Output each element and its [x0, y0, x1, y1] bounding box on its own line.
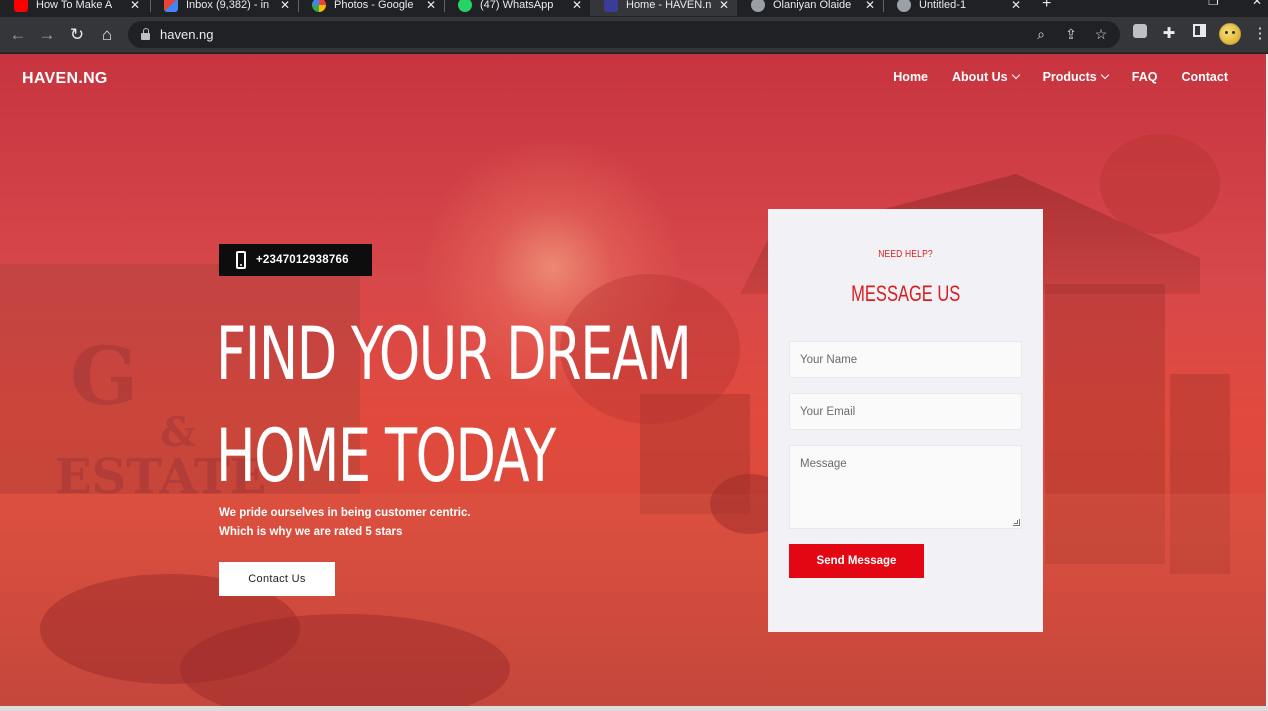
extension-icon[interactable]: [1130, 24, 1150, 42]
browser-tab-strip: How To Make A ✕ Inbox (9,382) - in ✕ Pho…: [0, 0, 1268, 17]
tab-label: Inbox (9,382) - in: [186, 0, 270, 11]
hero-title: FIND YOUR DREAM HOME TODAY: [216, 304, 692, 508]
browser-tab[interactable]: How To Make A ✕: [0, 0, 148, 16]
tab-close-icon[interactable]: ✕: [1011, 0, 1021, 12]
nav-home[interactable]: Home: [893, 70, 928, 84]
tab-label: Olaniyan Olaide: [773, 0, 852, 11]
home-icon[interactable]: ⌂: [96, 24, 118, 46]
mobile-phone-icon: [236, 251, 246, 269]
chevron-down-icon: [1011, 70, 1020, 80]
globe-icon: [897, 0, 911, 12]
form-title: MESSAGE US: [768, 281, 1043, 307]
reload-icon[interactable]: ↻: [66, 24, 88, 46]
url-text[interactable]: haven.ng: [160, 27, 214, 42]
contact-us-button[interactable]: Contact Us: [219, 562, 335, 596]
extensions-puzzle-icon[interactable]: ✚: [1159, 24, 1179, 42]
hero-subtitle: We pride ourselves in being customer cen…: [219, 504, 519, 542]
tab-label: How To Make A: [36, 0, 113, 11]
name-input[interactable]: [789, 341, 1022, 378]
hero-subtitle-line: We pride ourselves in being customer cen…: [219, 507, 471, 519]
resize-handle-icon[interactable]: [1013, 519, 1020, 526]
tab-label: Untitled-1: [919, 0, 967, 11]
zoom-search-icon[interactable]: ⌕: [1032, 26, 1050, 43]
web-page: G & ESTATE HAVEN.NG Home About Us Produc…: [0, 54, 1266, 706]
nav-label: Home: [893, 70, 929, 84]
nav-about-us[interactable]: About Us: [952, 70, 1020, 84]
whatsapp-icon: [458, 0, 472, 12]
site-logo[interactable]: HAVEN.NG: [22, 70, 108, 88]
share-icon[interactable]: ⇪: [1062, 26, 1080, 43]
main-nav: Home About Us Products FAQ Contact: [893, 70, 1228, 84]
nav-label: Contact: [1181, 70, 1228, 84]
tab-close-icon[interactable]: ✕: [426, 0, 436, 12]
google-photos-icon: [312, 0, 326, 12]
close-window-icon[interactable]: ✕: [1252, 0, 1262, 8]
phone-number: +2347012938766: [256, 254, 349, 266]
side-panel-icon[interactable]: [1189, 24, 1209, 41]
gmail-icon: [164, 0, 178, 12]
lock-icon[interactable]: [141, 28, 150, 40]
form-title-text: MESSAGE US: [850, 281, 961, 306]
browser-tab-active[interactable]: Home - HAVEN.n ✕: [590, 0, 737, 16]
tab-label: Photos - Google: [334, 0, 414, 11]
globe-icon: [751, 0, 765, 12]
phone-badge[interactable]: +2347012938766: [219, 244, 372, 276]
send-message-button[interactable]: Send Message: [789, 544, 924, 578]
email-input[interactable]: [789, 393, 1022, 430]
tab-label: Home - HAVEN.n: [626, 0, 711, 11]
tab-label: (47) WhatsApp: [480, 0, 554, 11]
browser-tab[interactable]: Untitled-1 ✕: [883, 0, 1029, 16]
tab-close-icon[interactable]: ✕: [130, 0, 140, 12]
bookmark-star-icon[interactable]: ☆: [1092, 26, 1110, 43]
browser-tab[interactable]: Olaniyan Olaide ✕: [737, 0, 883, 16]
hero-title-line: HOME TODAY: [216, 414, 556, 499]
nav-label: FAQ: [1131, 70, 1158, 84]
tab-close-icon[interactable]: ✕: [865, 0, 875, 12]
hero-title-line: FIND YOUR DREAM: [216, 312, 692, 397]
profile-avatar[interactable]: [1219, 23, 1241, 45]
new-tab-icon[interactable]: +: [1042, 0, 1051, 13]
address-bar[interactable]: haven.ng ⌕ ⇪ ☆: [128, 21, 1120, 48]
tab-close-icon[interactable]: ✕: [719, 0, 729, 12]
browser-tab[interactable]: (47) WhatsApp ✕: [444, 0, 590, 16]
tab-close-icon[interactable]: ✕: [572, 0, 582, 12]
nav-contact[interactable]: Contact: [1181, 70, 1228, 84]
tab-close-icon[interactable]: ✕: [280, 0, 290, 12]
nav-label: About Us: [952, 70, 1008, 84]
chevron-down-icon: [1100, 70, 1110, 80]
hero-subtitle-line: Which is why we are rated 5 stars: [219, 526, 403, 538]
more-menu-icon[interactable]: ⋮: [1250, 24, 1268, 42]
forward-icon[interactable]: →: [36, 24, 58, 46]
browser-tab[interactable]: Photos - Google ✕: [298, 0, 444, 16]
nav-products[interactable]: Products: [1042, 70, 1110, 84]
nav-faq[interactable]: FAQ: [1132, 70, 1158, 84]
nav-label: Products: [1042, 70, 1097, 84]
message-form-card: NEED HELP? MESSAGE US Send Message: [768, 209, 1043, 632]
window-bottom-border: [0, 706, 1268, 711]
youtube-icon: [14, 0, 28, 12]
back-icon[interactable]: ←: [7, 24, 29, 46]
browser-toolbar: ← → ↻ ⌂ haven.ng ⌕ ⇪ ☆ ✚ ⋮: [0, 17, 1268, 53]
restore-window-icon[interactable]: ❐: [1208, 0, 1219, 8]
message-textarea[interactable]: [789, 445, 1022, 529]
browser-tab[interactable]: Inbox (9,382) - in ✕: [150, 0, 298, 16]
haven-icon: [604, 0, 618, 12]
form-kicker: NEED HELP?: [878, 249, 933, 260]
